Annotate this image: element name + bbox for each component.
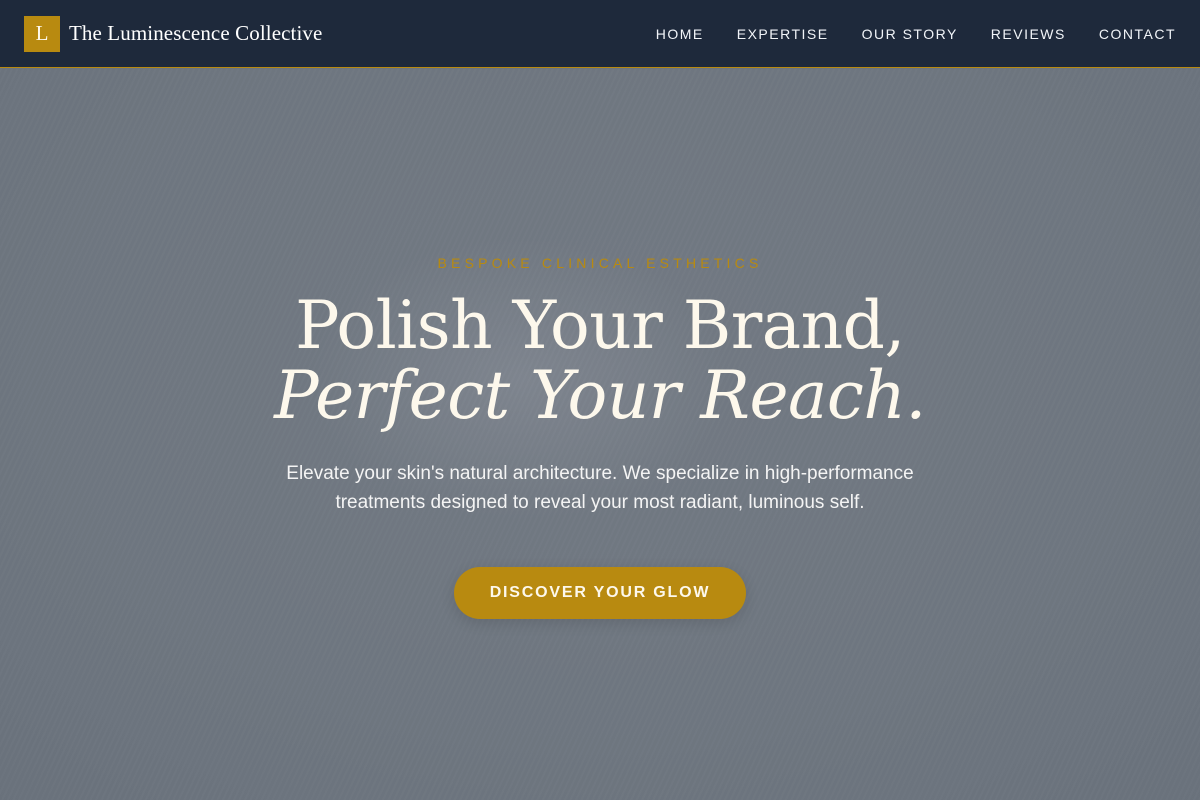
hero-headline-line1: Polish Your Brand,: [295, 287, 905, 364]
top-navbar: L The Luminescence Collective HOME EXPER…: [0, 0, 1200, 68]
hero-subtext: Elevate your skin's natural architecture…: [286, 463, 914, 513]
nav-link-our-story[interactable]: OUR STORY: [862, 26, 958, 42]
discover-your-glow-button[interactable]: DISCOVER YOUR GLOW: [454, 567, 746, 619]
nav-link-reviews[interactable]: REVIEWS: [991, 26, 1066, 42]
brand-mark: L: [24, 15, 60, 52]
hero-headline-line2: Perfect Your Reach.: [274, 357, 926, 434]
hero-section: BESPOKE CLINICAL ESTHETICS Polish Your B…: [0, 69, 1200, 800]
nav-link-contact[interactable]: CONTACT: [1099, 26, 1176, 42]
nav-link-expertise[interactable]: EXPERTISE: [737, 26, 829, 42]
hero-eyebrow: BESPOKE CLINICAL ESTHETICS: [437, 255, 763, 271]
brand-name: The Luminescence Collective: [69, 21, 323, 45]
main-nav: HOME EXPERTISE OUR STORY REVIEWS CONTACT: [623, 26, 1176, 42]
hero-background-image: [0, 69, 1200, 800]
nav-link-home[interactable]: HOME: [656, 26, 704, 42]
brand-logo[interactable]: L The Luminescence Collective: [24, 15, 323, 52]
hero-headline: Polish Your Brand, Perfect Your Reach.: [0, 291, 1200, 431]
